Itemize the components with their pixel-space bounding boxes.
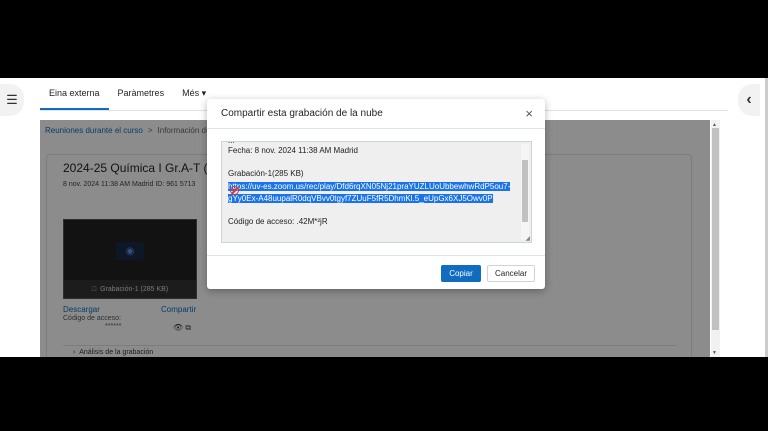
close-icon[interactable]: × xyxy=(525,106,533,121)
tab-parametres[interactable]: Paràmetres xyxy=(109,78,174,110)
scroll-down-icon[interactable]: ▼ xyxy=(712,350,717,356)
textarea-scroll-thumb[interactable] xyxy=(522,160,528,222)
textarea-line-url-2: gYy0Ex-A48uupalR0dqVBvv0tgyf7ZUuF5fR5Dhm… xyxy=(228,194,493,203)
dialog-title: Compartir esta grabación de la nube xyxy=(221,108,383,119)
dialog-header-divider xyxy=(207,128,545,129)
list-icon: ☰ xyxy=(6,92,18,107)
drawer-toggle-button[interactable]: ☰ xyxy=(0,84,24,116)
chevron-left-icon: ‹ xyxy=(746,91,752,108)
textarea-line-recording: Grabación-1(285 KB) xyxy=(228,169,304,178)
dialog-footer-divider xyxy=(207,255,545,256)
tab-eina-externa[interactable]: Eina externa xyxy=(40,78,109,110)
textarea-line-url-1: https://uv-es.zoom.us/rec/play/Dfd6rqXN0… xyxy=(228,182,511,191)
scroll-thumb[interactable] xyxy=(712,128,719,330)
secondary-nav: Eina externa Paràmetres Més ▾ xyxy=(40,78,215,110)
not-allowed-cursor-icon xyxy=(230,186,239,195)
cancel-button[interactable]: Cancelar xyxy=(487,265,535,282)
textarea-line-partial: ... xyxy=(228,142,235,145)
block-drawer-toggle-button[interactable]: ‹ xyxy=(738,84,760,116)
textarea-line-access-code: Código de acceso: .42M*²jR xyxy=(228,217,328,226)
share-recording-dialog: Compartir esta grabación de la nube × ..… xyxy=(207,99,545,289)
copy-button[interactable]: Copiar xyxy=(441,265,481,282)
content-scrollbar[interactable]: ▲ ▼ xyxy=(711,120,720,357)
textarea-line-date: Fecha: 8 nov. 2024 11:38 AM Madrid xyxy=(228,146,359,155)
share-info-textarea[interactable]: ... Fecha: 8 nov. 2024 11:38 AM Madrid G… xyxy=(221,141,532,243)
resize-handle-icon[interactable]: ◢ xyxy=(525,235,530,242)
